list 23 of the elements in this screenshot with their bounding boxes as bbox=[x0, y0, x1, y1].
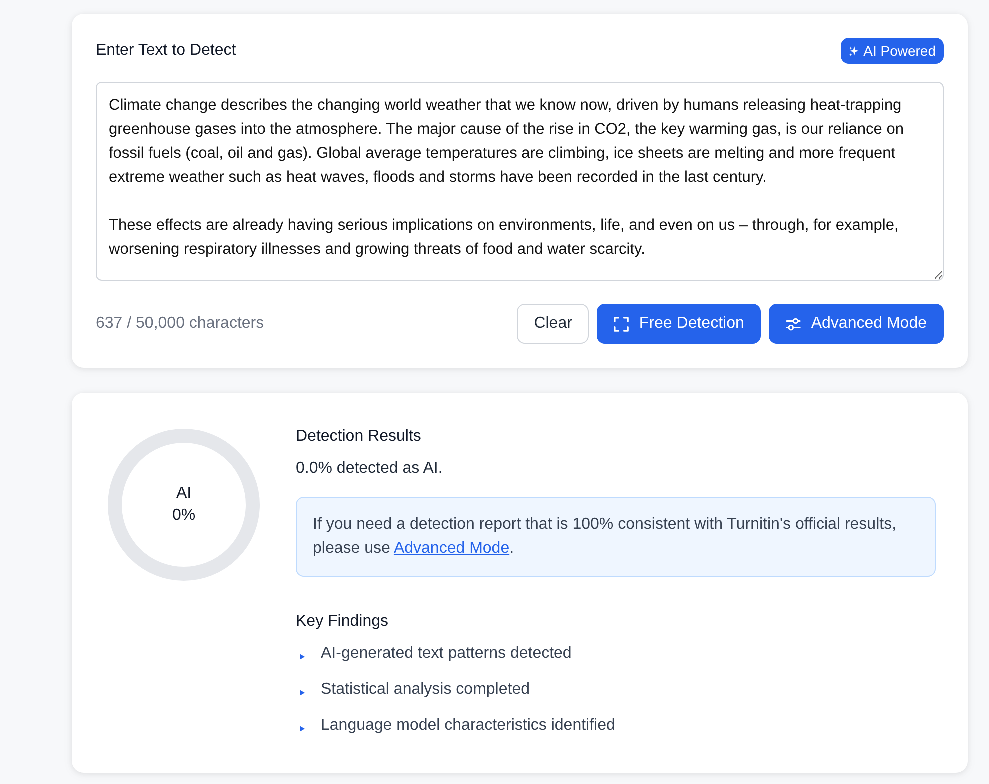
score-percentage: 0% bbox=[172, 507, 196, 525]
finding-item: AI-generated text patterns detected bbox=[321, 644, 572, 664]
advanced-mode-button[interactable]: Advanced Mode bbox=[769, 304, 944, 344]
finding-item: Language model characteristics identified bbox=[321, 716, 616, 736]
text-input-field[interactable]: Climate change describes the changing world weather that we know now, driven by humans releasing heat-trapping greenhouse gases into the atmosphere. The major cause of the rise in CO2, the key warming gas, is our reliance on fossil fuels (coal, oil and gas). Global average temperatures are climbing, ice sheets are melting and more frequent extreme weather such as heat waves, floods and storms have been recorded in the last century. These effects are already having serious implications on environments, life, and even on us – through, for example, worsening respiratory illnesses and growing threats of food and water scarcity. bbox=[96, 82, 944, 281]
scan-icon bbox=[614, 316, 630, 332]
section-title: Enter Text to Detect bbox=[96, 41, 236, 61]
sparkle-icon bbox=[848, 46, 860, 56]
sliders-icon bbox=[786, 316, 802, 332]
character-count: 637 / 50,000 characters bbox=[96, 315, 264, 333]
clear-button[interactable]: Clear bbox=[517, 304, 590, 344]
ai-powered-badge: AI Powered bbox=[840, 38, 944, 64]
detection-button[interactable]: Free Detection bbox=[597, 304, 762, 344]
result-summary: 0.0% detected as AI. bbox=[296, 459, 444, 479]
ring-label: AI bbox=[176, 485, 192, 503]
advanced-mode-link[interactable]: Advanced Mode bbox=[394, 540, 510, 557]
info-notice: If you need a detection report that is 100% consistent with Turnitin's official results, please use Advanced Mode. bbox=[296, 497, 936, 577]
triangle-bullet-icon bbox=[300, 726, 305, 732]
triangle-bullet-icon bbox=[300, 654, 305, 660]
finding-item: Statistical analysis completed bbox=[321, 680, 530, 700]
findings-heading: Key Findings bbox=[296, 612, 390, 632]
results-heading: Detection Results bbox=[296, 427, 422, 447]
triangle-bullet-icon bbox=[300, 690, 305, 696]
